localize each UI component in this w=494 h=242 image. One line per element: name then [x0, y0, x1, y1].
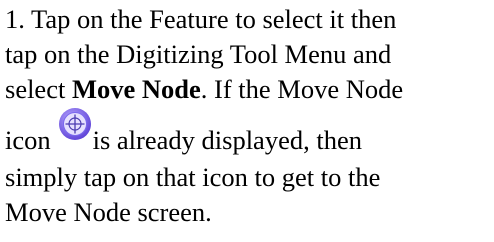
instruction-text: is already displayed, then — [92, 125, 362, 155]
instruction-text: icon — [5, 125, 51, 155]
move-node-icon — [58, 107, 92, 141]
instruction-line-3: select Move Node. If the Move Node — [5, 72, 491, 107]
instruction-line-2: tap on the Digitizing Tool Menu and — [5, 39, 392, 69]
instruction-text: . If the Move Node — [200, 74, 404, 104]
instruction-line-6: Move Node screen. — [5, 197, 212, 227]
move-node-term: Move Node — [71, 74, 201, 104]
instruction-step: 1. Tap on the Feature to select it then … — [5, 2, 491, 230]
instruction-line-5: simply tap on that icon to get to the — [5, 162, 381, 192]
instruction-line-4: icon is already displayed, then — [5, 107, 491, 160]
instruction-text: select — [5, 74, 72, 104]
instruction-line-1: 1. Tap on the Feature to select it then — [5, 4, 397, 34]
